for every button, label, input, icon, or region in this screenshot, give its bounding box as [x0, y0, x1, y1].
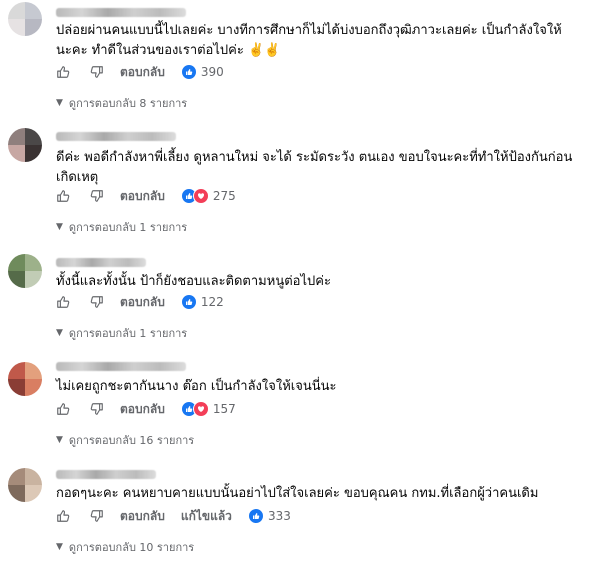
view-replies-label: ดูการตอบกลับ 1 รายการ — [68, 327, 188, 340]
comment: ดีค่ะ พอดีกำลังหาพี่เลี้ยง ดูหลานใหม่ จะ… — [0, 122, 600, 242]
edited-label[interactable]: แก้ไขแล้ว — [181, 507, 232, 526]
dislike-icon[interactable] — [90, 402, 104, 416]
chevron-down-icon: ▼ — [56, 98, 63, 108]
avatar-blur — [8, 362, 25, 379]
author-name[interactable] — [56, 470, 156, 479]
comment-actions: ตอบกลับ แก้ไขแล้ว 333 — [56, 507, 291, 525]
reactions[interactable]: 122 — [180, 294, 224, 310]
avatar-blur — [8, 128, 25, 145]
like-icon[interactable] — [56, 295, 70, 309]
chevron-down-icon: ▼ — [56, 435, 63, 445]
like-icon[interactable] — [56, 509, 70, 523]
comment-actions: ตอบกลับ 157 — [56, 400, 236, 418]
view-replies-link[interactable]: ▼ ดูการตอบกลับ 1 รายการ — [56, 219, 187, 235]
dislike-icon[interactable] — [90, 189, 104, 203]
reply-button[interactable]: ตอบกลับ — [120, 507, 165, 526]
reaction-count: 122 — [200, 295, 224, 309]
chevron-down-icon: ▼ — [56, 222, 63, 232]
avatar-blur — [25, 254, 42, 271]
author-name[interactable] — [56, 258, 146, 267]
view-replies-label: ดูการตอบกลับ 16 รายการ — [68, 434, 195, 447]
avatar-blur — [25, 379, 42, 396]
comment: ปล่อยผ่านคนแบบนี้ไปเลยค่ะ บางทีการศึกษาก… — [0, 0, 600, 120]
avatar-blur — [25, 485, 42, 502]
avatar-blur — [25, 2, 42, 19]
avatar-blur — [8, 485, 25, 502]
avatar-blur — [25, 468, 42, 485]
view-replies-link[interactable]: ▼ ดูการตอบกลับ 16 รายการ — [56, 432, 194, 448]
dislike-icon[interactable] — [90, 65, 104, 79]
comment-text: กอดๆนะคะ คนหยาบคายแบบนั้นอย่าไปใส่ใจเลยค… — [56, 486, 539, 501]
view-replies-label: ดูการตอบกลับ 8 รายการ — [68, 97, 188, 110]
reply-button[interactable]: ตอบกลับ — [120, 187, 165, 206]
avatar-blur — [8, 468, 25, 485]
avatar[interactable] — [8, 254, 42, 288]
like-reaction-icon — [180, 294, 197, 310]
avatar[interactable] — [8, 468, 42, 502]
reply-button[interactable]: ตอบกลับ — [120, 63, 165, 82]
chevron-down-icon: ▼ — [56, 328, 63, 338]
comment-text: ดีค่ะ พอดีกำลังหาพี่เลี้ยง ดูหลานใหม่ จะ… — [56, 150, 573, 185]
avatar-blur — [8, 19, 25, 36]
comment-text: ปล่อยผ่านคนแบบนี้ไปเลยค่ะ บางทีการศึกษาก… — [56, 23, 562, 58]
like-reaction-icon — [247, 508, 264, 524]
author-name[interactable] — [56, 362, 186, 371]
avatar[interactable] — [8, 128, 42, 162]
reactions[interactable]: 157 — [180, 401, 236, 417]
author-name[interactable] — [56, 8, 186, 17]
comment: กอดๆนะคะ คนหยาบคายแบบนั้นอย่าไปใส่ใจเลยค… — [0, 462, 600, 565]
avatar-blur — [8, 254, 25, 271]
avatar[interactable] — [8, 2, 42, 36]
avatar-blur — [8, 379, 25, 396]
comment-actions: ตอบกลับ 275 — [56, 187, 236, 205]
comment-actions: ตอบกลับ 390 — [56, 63, 224, 81]
reactions[interactable]: 390 — [180, 64, 224, 80]
avatar[interactable] — [8, 362, 42, 396]
avatar-blur — [25, 271, 42, 288]
comment-actions: ตอบกลับ 122 — [56, 293, 224, 311]
like-icon[interactable] — [56, 65, 70, 79]
comment-text: ไม่เคยถูกชะตากันนาง ต๊อก เป็นกำลังใจให้เ… — [56, 379, 337, 394]
view-replies-link[interactable]: ▼ ดูการตอบกลับ 10 รายการ — [56, 539, 194, 555]
reply-button[interactable]: ตอบกลับ — [120, 293, 165, 312]
like-reaction-icon — [180, 64, 197, 80]
view-replies-link[interactable]: ▼ ดูการตอบกลับ 1 รายการ — [56, 325, 187, 341]
love-reaction-icon — [192, 401, 209, 417]
avatar-blur — [8, 271, 25, 288]
like-icon[interactable] — [56, 402, 70, 416]
reactions[interactable]: 275 — [180, 188, 236, 204]
reaction-count: 157 — [212, 402, 236, 416]
comment-text: ทั้งนี้และทั้งนั้น ป้าก็ยังชอบและติดตามห… — [56, 274, 331, 289]
reaction-count: 275 — [212, 189, 236, 203]
reactions[interactable]: 333 — [247, 508, 291, 524]
love-reaction-icon — [192, 188, 209, 204]
reaction-count: 390 — [200, 65, 224, 79]
comment: ทั้งนี้และทั้งนั้น ป้าก็ยังชอบและติดตามห… — [0, 248, 600, 348]
avatar-blur — [25, 19, 42, 36]
view-replies-label: ดูการตอบกลับ 1 รายการ — [68, 221, 188, 234]
reaction-count: 333 — [267, 509, 291, 523]
reply-button[interactable]: ตอบกลับ — [120, 400, 165, 419]
avatar-blur — [25, 362, 42, 379]
avatar-blur — [8, 2, 25, 19]
dislike-icon[interactable] — [90, 295, 104, 309]
author-name[interactable] — [56, 132, 176, 141]
dislike-icon[interactable] — [90, 509, 104, 523]
like-icon[interactable] — [56, 189, 70, 203]
chevron-down-icon: ▼ — [56, 542, 63, 552]
avatar-blur — [25, 145, 42, 162]
avatar-blur — [8, 145, 25, 162]
view-replies-label: ดูการตอบกลับ 10 รายการ — [68, 541, 195, 554]
view-replies-link[interactable]: ▼ ดูการตอบกลับ 8 รายการ — [56, 95, 187, 111]
avatar-blur — [25, 128, 42, 145]
comment: ไม่เคยถูกชะตากันนาง ต๊อก เป็นกำลังใจให้เ… — [0, 354, 600, 454]
